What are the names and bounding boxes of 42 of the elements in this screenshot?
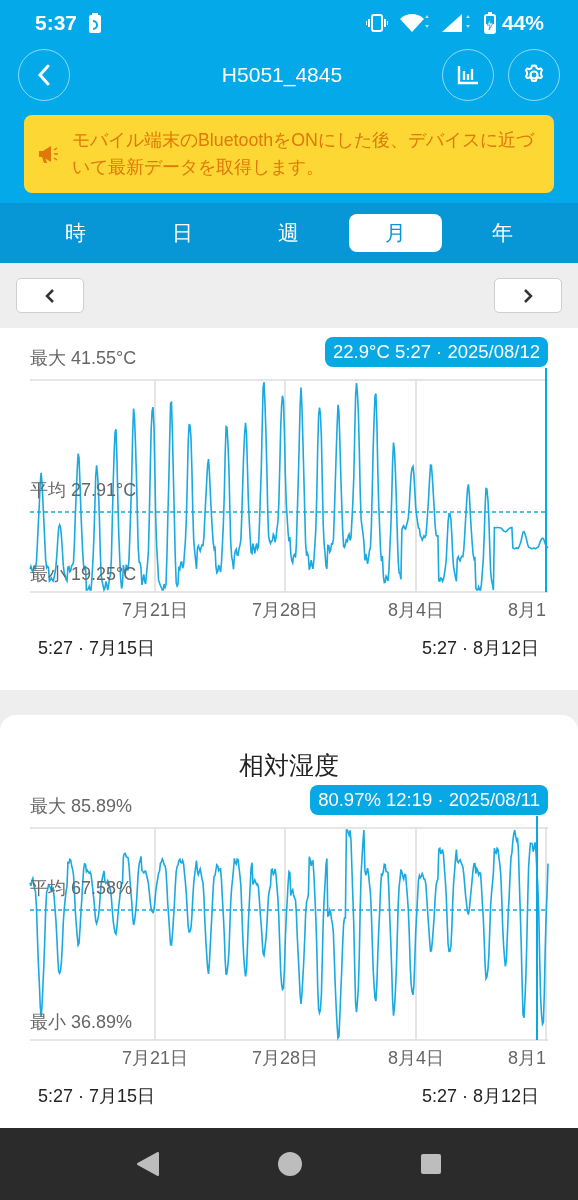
max-label: 最大 41.55°C — [30, 347, 137, 370]
axis-label: 8月1 — [507, 1047, 546, 1070]
period-tab[interactable]: 週 — [242, 214, 336, 252]
wifi-icon — [399, 12, 430, 33]
battery-saver-icon — [89, 12, 102, 33]
tooltip: 22.9°C 5:27 · 2025/08/12 — [325, 337, 548, 367]
axis-label: 8月4日 — [388, 599, 444, 622]
device-title: H5051_4845 — [220, 63, 344, 87]
vibrate-icon — [365, 13, 388, 32]
axis-label: 7月21日 — [122, 599, 188, 622]
recents-nav-icon[interactable] — [419, 1153, 442, 1175]
clock: 5:37 — [35, 10, 78, 35]
period-tab[interactable]: 日 — [135, 214, 229, 252]
chevron-left-icon — [45, 288, 55, 303]
period-tab[interactable]: 月 — [349, 214, 443, 252]
battery-charging-icon — [483, 11, 496, 34]
axis-label: 7月21日 — [122, 1047, 188, 1070]
period-tab[interactable]: 時 — [29, 214, 122, 252]
axis-label: 8月1 — [507, 599, 546, 622]
megaphone-icon — [38, 144, 60, 164]
home-nav-icon[interactable] — [277, 1151, 303, 1177]
chevron-right-icon — [523, 288, 533, 303]
back-nav-icon[interactable] — [136, 1151, 161, 1177]
range-end: 5:27 · 8月12日 — [421, 1085, 539, 1108]
tooltip: 80.97% 12:19 · 2025/08/11 — [310, 785, 548, 815]
axis-label: 7月28日 — [252, 599, 318, 622]
max-label: 最大 85.89% — [30, 795, 133, 818]
notice-text: モバイル端末のBluetoothをONにした後、デバイスに近づいて最新データを取得します。 — [72, 129, 536, 179]
chart-title: 相対湿度 — [238, 750, 340, 781]
bar-chart-icon — [457, 65, 479, 85]
axis-label: 7月28日 — [252, 1047, 318, 1070]
range-start: 5:27 · 7月15日 — [38, 637, 156, 660]
range-start: 5:27 · 7月15日 — [38, 1085, 156, 1108]
axis-label: 8月4日 — [388, 1047, 444, 1070]
chevron-left-icon — [37, 64, 51, 86]
previous-button[interactable] — [16, 278, 84, 313]
range-end: 5:27 · 8月12日 — [421, 637, 539, 660]
next-button[interactable] — [494, 278, 562, 313]
signal-icon — [441, 12, 472, 33]
min-label: 最小 36.89% — [30, 1011, 133, 1034]
period-tab[interactable]: 年 — [456, 214, 549, 252]
battery-percent: 44% — [501, 10, 544, 35]
